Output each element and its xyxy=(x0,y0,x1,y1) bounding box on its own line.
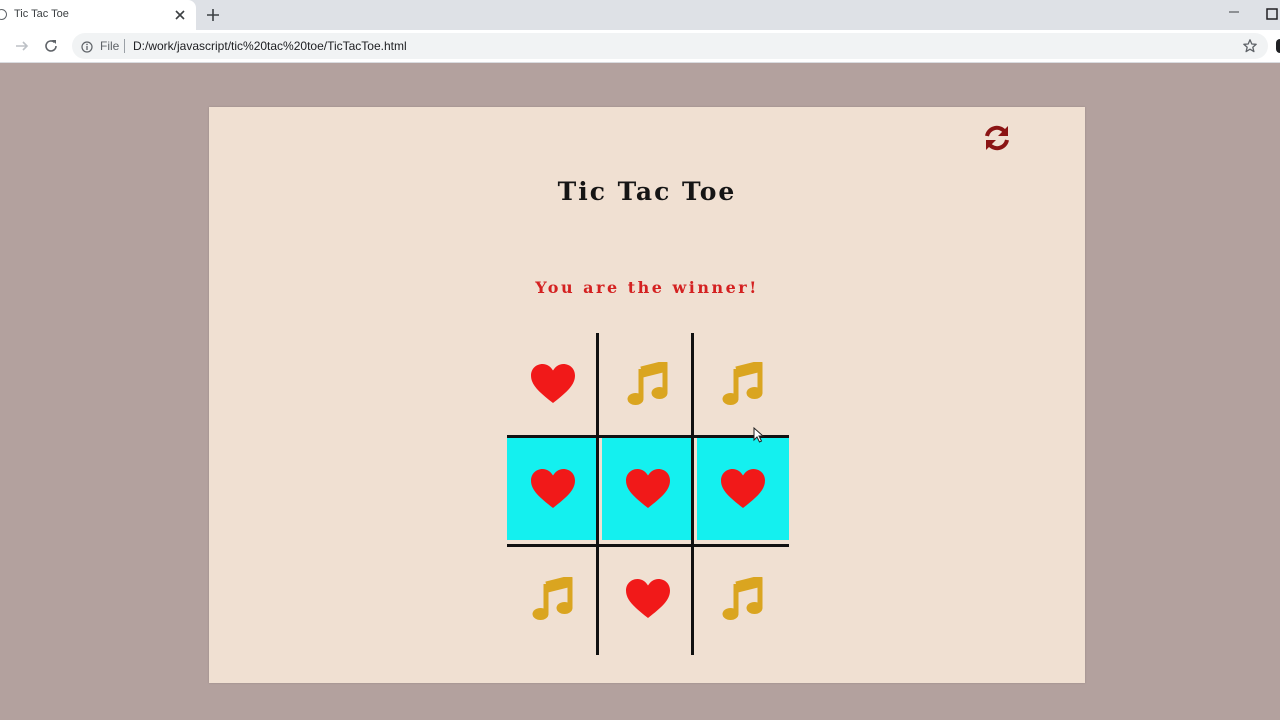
music-note-icon xyxy=(722,577,763,620)
tab-title: Tic Tac Toe xyxy=(14,8,69,20)
board-cell[interactable] xyxy=(507,438,599,540)
status-message: You are the winner! xyxy=(535,278,759,297)
url-separator xyxy=(124,39,125,53)
grid-line xyxy=(507,435,789,438)
browser-tab-strip: Tic Tac Toe xyxy=(0,0,1280,30)
mouse-cursor-icon xyxy=(753,427,765,443)
board-cell[interactable] xyxy=(697,333,789,435)
forward-icon[interactable] xyxy=(14,38,30,54)
browser-toolbar: File D:/work/javascript/tic%20tac%20toe/… xyxy=(0,30,1280,63)
browser-tab[interactable]: Tic Tac Toe xyxy=(0,0,196,30)
grid-line xyxy=(691,333,694,655)
heart-icon xyxy=(531,469,575,508)
new-tab-button[interactable] xyxy=(204,6,222,24)
grid-line xyxy=(596,333,599,655)
close-icon[interactable] xyxy=(172,7,188,23)
game-card: Tic Tac Toe You are the winner! xyxy=(209,107,1085,683)
refresh-icon xyxy=(985,125,1009,151)
reload-icon[interactable] xyxy=(43,38,59,54)
heart-icon xyxy=(626,469,670,508)
board-cell[interactable] xyxy=(697,438,789,540)
board-cell[interactable] xyxy=(602,438,694,540)
music-note-icon xyxy=(627,362,668,405)
star-icon[interactable] xyxy=(1242,38,1258,54)
board-cell[interactable] xyxy=(507,333,599,435)
game-title: Tic Tac Toe xyxy=(557,177,737,206)
url-scheme: File xyxy=(100,39,120,53)
reset-button[interactable] xyxy=(982,123,1012,153)
minimize-icon[interactable] xyxy=(1226,4,1242,20)
globe-icon xyxy=(0,9,7,20)
heart-icon xyxy=(626,579,670,618)
profile-icon[interactable] xyxy=(1276,39,1280,53)
music-note-icon xyxy=(532,577,573,620)
plus-icon xyxy=(207,9,219,21)
music-note-icon xyxy=(722,362,763,405)
heart-icon xyxy=(721,469,765,508)
info-icon[interactable] xyxy=(81,40,93,53)
maximize-icon[interactable] xyxy=(1266,7,1278,20)
board-cell[interactable] xyxy=(697,548,789,650)
board-cell[interactable] xyxy=(602,333,694,435)
url-text[interactable]: D:/work/javascript/tic%20tac%20toe/TicTa… xyxy=(133,39,407,53)
grid-line xyxy=(507,544,789,547)
address-bar[interactable]: File D:/work/javascript/tic%20tac%20toe/… xyxy=(72,33,1268,59)
game-board xyxy=(507,333,789,655)
board-cell[interactable] xyxy=(507,548,599,650)
board-cell[interactable] xyxy=(602,548,694,650)
heart-icon xyxy=(531,364,575,403)
